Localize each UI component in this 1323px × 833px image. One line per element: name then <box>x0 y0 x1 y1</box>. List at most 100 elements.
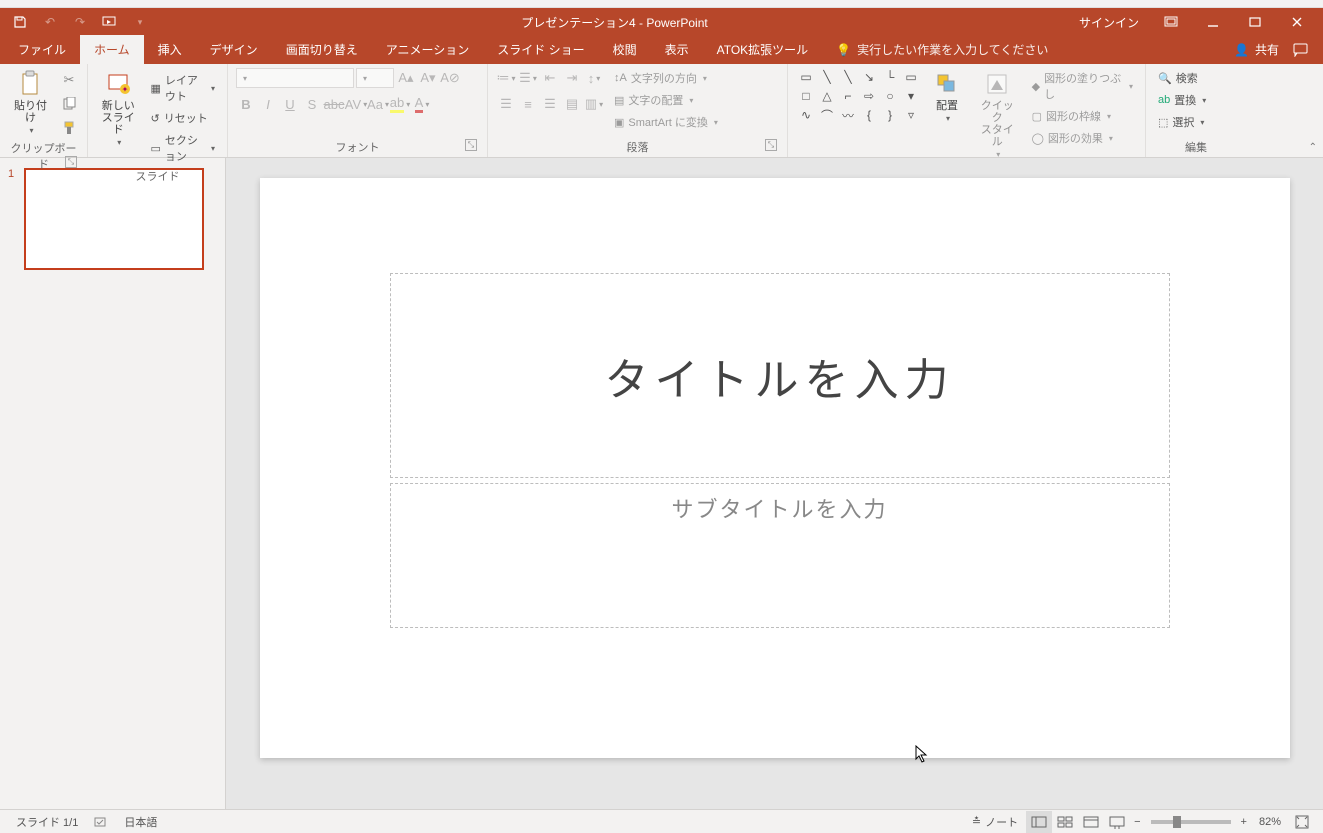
maximize-icon[interactable] <box>1235 8 1275 36</box>
fit-to-window-icon[interactable] <box>1289 811 1315 833</box>
align-left-icon[interactable]: ☰ <box>496 94 516 114</box>
cut-icon[interactable]: ✂ <box>59 70 79 90</box>
tab-design[interactable]: デザイン <box>196 35 272 64</box>
columns-icon[interactable]: ▥ <box>584 94 604 114</box>
paragraph-launcher-icon[interactable]: ⤡ <box>765 139 777 151</box>
smartart-button[interactable]: ▣SmartArt に変換 <box>610 112 722 132</box>
clear-formatting-icon[interactable]: A⊘ <box>440 68 460 88</box>
shape-line2-icon[interactable]: ╲ <box>838 68 858 86</box>
zoom-slider[interactable] <box>1151 820 1231 824</box>
tab-slideshow[interactable]: スライド ショー <box>483 35 598 64</box>
reading-view-icon[interactable] <box>1078 811 1104 833</box>
collapse-ribbon-icon[interactable]: ⌃ <box>1309 142 1317 153</box>
align-right-icon[interactable]: ☰ <box>540 94 560 114</box>
title-placeholder[interactable]: タイトルを入力 <box>390 273 1170 478</box>
reset-button[interactable]: ↺リセット <box>147 108 220 128</box>
text-direction-button[interactable]: ↕A文字列の方向 <box>610 68 722 88</box>
shape-line-icon[interactable]: ╲ <box>817 68 837 86</box>
quick-styles-button[interactable]: クイック スタイル <box>973 68 1022 161</box>
spell-check-icon[interactable] <box>86 815 116 829</box>
font-family-combo[interactable] <box>236 68 354 88</box>
subtitle-placeholder[interactable]: サブタイトルを入力 <box>390 483 1170 628</box>
slide-count[interactable]: スライド 1/1 <box>8 814 86 830</box>
shape-rect-icon[interactable]: ▭ <box>796 68 816 86</box>
highlight-color-icon[interactable]: ab <box>390 94 410 114</box>
sorter-view-icon[interactable] <box>1052 811 1078 833</box>
align-text-button[interactable]: ▤文字の配置 <box>610 90 722 110</box>
arrange-button[interactable]: 配置 <box>927 68 967 125</box>
increase-font-icon[interactable]: A▴ <box>396 68 416 88</box>
strikethrough-icon[interactable]: abc <box>324 94 344 114</box>
justify-icon[interactable]: ▤ <box>562 94 582 114</box>
shape-brace-l-icon[interactable]: { <box>859 106 879 124</box>
shape-elbow-icon[interactable]: ⌐ <box>838 87 858 105</box>
language-status[interactable]: 日本語 <box>116 814 165 830</box>
shape-more2-icon[interactable]: ▿ <box>901 106 921 124</box>
clipboard-launcher-icon[interactable]: ⤡ <box>65 156 77 168</box>
decrease-font-icon[interactable]: A▾ <box>418 68 438 88</box>
shadow-icon[interactable]: S <box>302 94 322 114</box>
comments-icon[interactable] <box>1293 43 1309 57</box>
shape-effects-button[interactable]: ◯図形の効果 <box>1028 128 1137 148</box>
shape-curve-icon[interactable]: ∿ <box>796 106 816 124</box>
shape-rect2-icon[interactable]: ▭ <box>901 68 921 86</box>
qat-dropdown-icon[interactable]: ▾ <box>130 12 150 32</box>
shape-fill-button[interactable]: ◆図形の塗りつぶし <box>1028 68 1137 104</box>
shape-square-icon[interactable]: □ <box>796 87 816 105</box>
tab-transitions[interactable]: 画面切り替え <box>272 35 372 64</box>
font-color-icon[interactable]: A <box>412 94 432 114</box>
slideshow-view-icon[interactable] <box>1104 811 1130 833</box>
share-button[interactable]: 👤 共有 <box>1234 41 1279 58</box>
shape-arrow2-icon[interactable]: ⇨ <box>859 87 879 105</box>
minimize-icon[interactable] <box>1193 8 1233 36</box>
shape-outline-button[interactable]: ▢図形の枠線 <box>1028 106 1137 126</box>
shape-brace-r-icon[interactable]: } <box>880 106 900 124</box>
signin-button[interactable]: サインイン <box>1069 8 1149 36</box>
font-launcher-icon[interactable]: ⤡ <box>465 139 477 151</box>
slide-edit-area[interactable]: タイトルを入力 サブタイトルを入力 <box>226 158 1323 809</box>
underline-icon[interactable]: U <box>280 94 300 114</box>
shape-arrow-icon[interactable]: ↘ <box>859 68 879 86</box>
shape-connector2-icon[interactable]: ⌒ <box>817 106 837 124</box>
notes-button[interactable]: ≛ ノート <box>964 814 1026 830</box>
undo-icon[interactable]: ↶ <box>40 12 60 32</box>
bullets-icon[interactable]: ≔ <box>496 68 516 88</box>
numbering-icon[interactable]: ☰ <box>518 68 538 88</box>
zoom-in-icon[interactable]: + <box>1237 816 1251 828</box>
new-slide-button[interactable]: ✦ 新しい スライド <box>96 68 141 149</box>
zoom-out-icon[interactable]: − <box>1130 816 1144 828</box>
tab-view[interactable]: 表示 <box>651 35 703 64</box>
increase-indent-icon[interactable]: ⇥ <box>562 68 582 88</box>
char-spacing-icon[interactable]: AV <box>346 94 366 114</box>
replace-button[interactable]: ab置換 <box>1154 90 1210 110</box>
close-icon[interactable] <box>1277 8 1317 36</box>
section-button[interactable]: ▭セクション <box>147 130 220 166</box>
shape-triangle-icon[interactable]: △ <box>817 87 837 105</box>
tab-home[interactable]: ホーム <box>80 35 144 64</box>
align-center-icon[interactable]: ≡ <box>518 94 538 114</box>
normal-view-icon[interactable] <box>1026 811 1052 833</box>
tab-review[interactable]: 校閲 <box>599 35 651 64</box>
layout-button[interactable]: ▦レイアウト <box>147 70 220 106</box>
slide-canvas[interactable]: タイトルを入力 サブタイトルを入力 <box>260 178 1290 758</box>
shape-circle-icon[interactable]: ○ <box>880 87 900 105</box>
save-icon[interactable] <box>10 12 30 32</box>
tab-animations[interactable]: アニメーション <box>372 35 484 64</box>
ribbon-display-icon[interactable] <box>1151 8 1191 36</box>
shapes-gallery[interactable]: ▭ ╲ ╲ ↘ └ ▭ □ △ ⌐ ⇨ ○ ▾ ∿ ⌒ 〰 { } <box>796 68 921 124</box>
bold-icon[interactable]: B <box>236 94 256 114</box>
line-spacing-icon[interactable]: ↕ <box>584 68 604 88</box>
tell-me-input[interactable]: 💡 実行したい作業を入力してください <box>822 41 1062 64</box>
select-button[interactable]: ⬚選択 <box>1154 112 1208 132</box>
paste-button[interactable]: 貼り付け <box>8 68 53 137</box>
format-painter-icon[interactable] <box>59 118 79 138</box>
copy-icon[interactable] <box>59 94 79 114</box>
shape-wave-icon[interactable]: 〰 <box>838 106 858 124</box>
shape-more1-icon[interactable]: ▾ <box>901 87 921 105</box>
start-from-beginning-icon[interactable] <box>100 12 120 32</box>
tab-atok[interactable]: ATOK拡張ツール <box>703 35 823 64</box>
find-button[interactable]: 🔍検索 <box>1154 68 1202 88</box>
font-size-combo[interactable] <box>356 68 394 88</box>
redo-icon[interactable]: ↷ <box>70 12 90 32</box>
decrease-indent-icon[interactable]: ⇤ <box>540 68 560 88</box>
